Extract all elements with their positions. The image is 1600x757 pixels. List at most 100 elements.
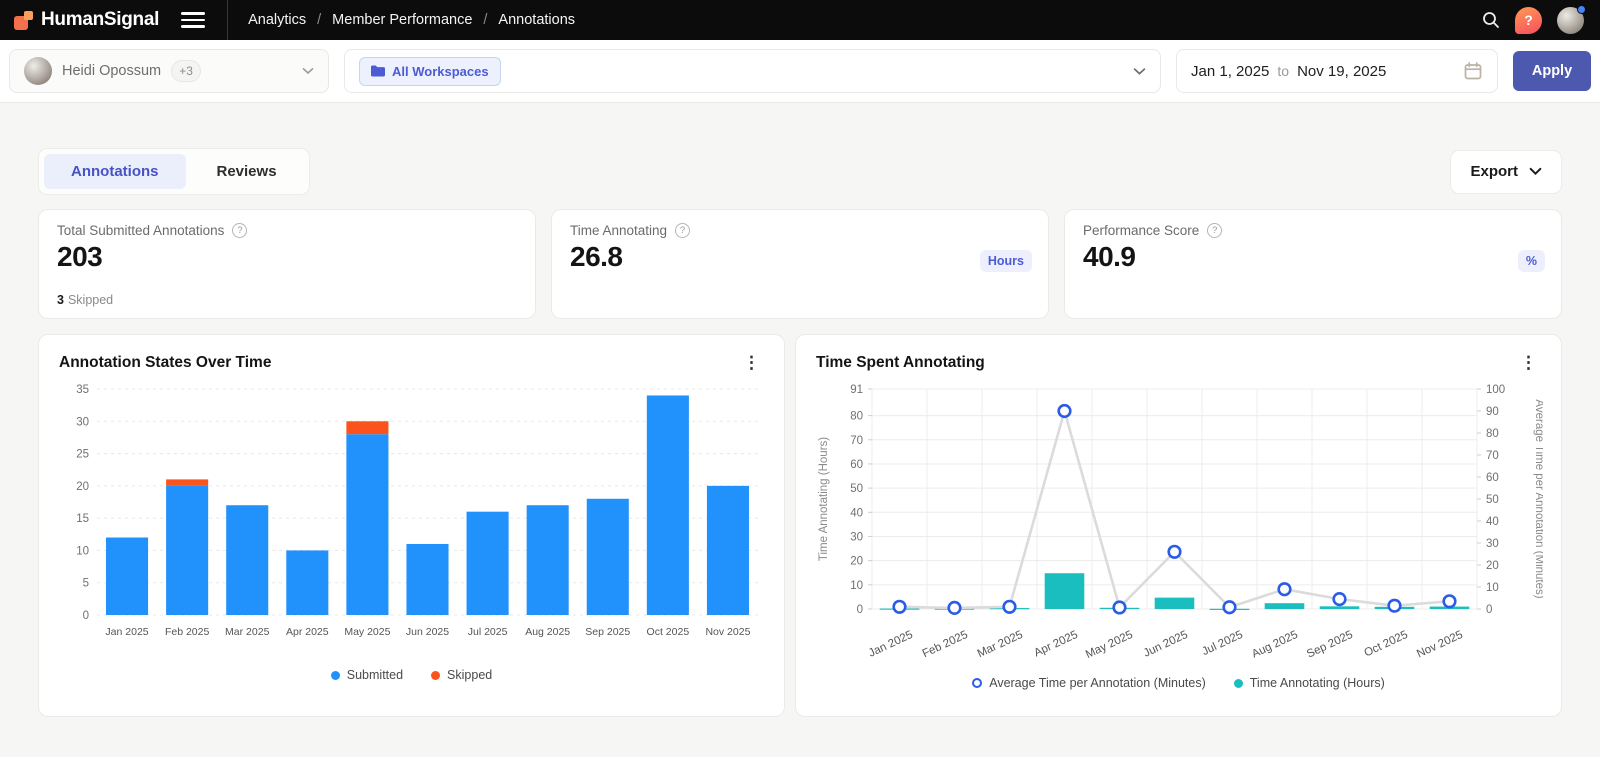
svg-text:Jul 2025: Jul 2025: [1200, 629, 1244, 658]
stat-title: Performance Score: [1083, 223, 1199, 238]
apply-button[interactable]: Apply: [1513, 51, 1591, 91]
svg-text:50: 50: [1486, 494, 1499, 506]
stat-title: Total Submitted Annotations: [57, 223, 224, 238]
stat-footer: 3 Skipped: [57, 293, 113, 307]
svg-text:Mar 2025: Mar 2025: [976, 629, 1025, 660]
workspace-select[interactable]: All Workspaces: [344, 49, 1161, 93]
svg-text:Average Time per Annotation (M: Average Time per Annotation (Minutes): [1533, 399, 1543, 598]
svg-text:Jan 2025: Jan 2025: [867, 629, 915, 660]
svg-text:30: 30: [76, 416, 89, 428]
svg-text:20: 20: [850, 556, 863, 568]
humansignal-logo-icon: [14, 11, 33, 30]
svg-text:Time Annotating (Hours): Time Annotating (Hours): [818, 437, 830, 561]
kebab-menu-icon[interactable]: ⋮: [739, 352, 764, 373]
svg-text:Jul 2025: Jul 2025: [468, 626, 508, 638]
humansignal-logo[interactable]: HumanSignal: [14, 9, 159, 31]
svg-text:60: 60: [1486, 472, 1499, 484]
question-circle-icon[interactable]: ?: [675, 223, 690, 238]
skipped-dot-icon: [431, 671, 440, 680]
tab-annotations[interactable]: Annotations: [44, 154, 186, 189]
svg-text:0: 0: [857, 604, 863, 616]
stat-card-performance-score: Performance Score ? 40.9 %: [1064, 209, 1562, 319]
chart-title: Annotation States Over Time: [59, 354, 271, 372]
brand-name: HumanSignal: [41, 9, 159, 31]
svg-text:0: 0: [83, 610, 89, 622]
chevron-down-icon: [1133, 67, 1146, 76]
svg-text:80: 80: [1486, 428, 1499, 440]
svg-text:Apr 2025: Apr 2025: [1032, 629, 1079, 660]
svg-text:Sep 2025: Sep 2025: [585, 626, 630, 638]
breadcrumb-separator: /: [483, 12, 487, 28]
legend-item-time-annotating[interactable]: Time Annotating (Hours): [1234, 676, 1385, 690]
online-status-dot: [1577, 5, 1586, 14]
skipped-label: Skipped: [68, 293, 113, 307]
tabs-group: Annotations Reviews: [38, 148, 310, 195]
kebab-menu-icon[interactable]: ⋮: [1516, 352, 1541, 373]
svg-text:10: 10: [850, 580, 863, 592]
breadcrumb-separator: /: [317, 12, 321, 28]
user-avatar[interactable]: [1557, 7, 1584, 34]
time-annotating-dot-icon: [1234, 679, 1243, 688]
breadcrumb-annotations[interactable]: Annotations: [498, 12, 575, 28]
svg-text:Jun 2025: Jun 2025: [1142, 629, 1190, 660]
svg-text:10: 10: [1486, 582, 1499, 594]
submitted-dot-icon: [331, 671, 340, 680]
legend-item-skipped[interactable]: Skipped: [431, 668, 492, 682]
all-workspaces-label: All Workspaces: [392, 64, 489, 79]
member-avatar: [24, 57, 52, 85]
filter-bar: Heidi Opossum +3 All Workspaces Jan 1, 2…: [0, 40, 1600, 103]
svg-text:Mar 2025: Mar 2025: [225, 626, 270, 638]
svg-text:70: 70: [1486, 450, 1499, 462]
date-range-end: Nov 19, 2025: [1297, 63, 1386, 80]
svg-text:80: 80: [850, 411, 863, 423]
svg-text:Aug 2025: Aug 2025: [1250, 629, 1300, 661]
svg-text:10: 10: [76, 545, 89, 557]
date-range-separator: to: [1277, 63, 1289, 79]
svg-text:15: 15: [76, 513, 89, 525]
svg-text:60: 60: [850, 459, 863, 471]
svg-text:Oct 2025: Oct 2025: [1362, 629, 1409, 660]
export-label: Export: [1470, 163, 1518, 180]
skipped-count: 3: [57, 293, 64, 307]
svg-text:Jun 2025: Jun 2025: [406, 626, 449, 638]
export-button[interactable]: Export: [1450, 150, 1562, 194]
stat-value: 26.8: [570, 241, 1030, 273]
menu-icon[interactable]: [181, 10, 205, 30]
avg-time-ring-icon: [972, 678, 982, 688]
legend-item-avg-time[interactable]: Average Time per Annotation (Minutes): [972, 676, 1206, 690]
svg-text:35: 35: [76, 384, 89, 396]
chart-legend: Average Time per Annotation (Minutes) Ti…: [816, 676, 1541, 690]
svg-text:5: 5: [83, 578, 89, 590]
member-select[interactable]: Heidi Opossum +3: [9, 49, 329, 93]
svg-text:90: 90: [1486, 406, 1499, 418]
tab-reviews[interactable]: Reviews: [190, 154, 304, 189]
time-spent-chart: 0102030405060708091010203040506070809010…: [816, 377, 1541, 674]
help-icon[interactable]: ?: [1515, 7, 1542, 34]
unit-badge: %: [1518, 250, 1545, 272]
question-circle-icon[interactable]: ?: [1207, 223, 1222, 238]
svg-text:Aug 2025: Aug 2025: [525, 626, 570, 638]
svg-text:Oct 2025: Oct 2025: [647, 626, 690, 638]
chart-title: Time Spent Annotating: [816, 354, 985, 372]
search-icon[interactable]: [1482, 11, 1500, 29]
stat-cards-row: Total Submitted Annotations ? 203 3 Skipp…: [38, 209, 1562, 319]
svg-text:Feb 2025: Feb 2025: [165, 626, 210, 638]
svg-text:91: 91: [850, 384, 863, 396]
time-spent-chart-card: Time Spent Annotating ⋮ 0102030405060708…: [795, 334, 1562, 717]
chart-legend: Submitted Skipped: [59, 668, 764, 682]
svg-text:0: 0: [1486, 604, 1492, 616]
legend-item-submitted[interactable]: Submitted: [331, 668, 403, 682]
chevron-down-icon: [1529, 167, 1542, 176]
question-circle-icon[interactable]: ?: [232, 223, 247, 238]
date-range-picker[interactable]: Jan 1, 2025 to Nov 19, 2025: [1176, 49, 1498, 93]
svg-text:20: 20: [1486, 560, 1499, 572]
stat-card-time-annotating: Time Annotating ? 26.8 Hours: [551, 209, 1049, 319]
stat-title: Time Annotating: [570, 223, 667, 238]
breadcrumb-member-performance[interactable]: Member Performance: [332, 12, 472, 28]
stat-value: 203: [57, 241, 517, 273]
breadcrumb-analytics[interactable]: Analytics: [248, 12, 306, 28]
all-workspaces-chip[interactable]: All Workspaces: [359, 57, 501, 86]
calendar-icon[interactable]: [1463, 61, 1483, 81]
svg-text:Jan 2025: Jan 2025: [105, 626, 148, 638]
member-extra-count-badge: +3: [171, 60, 201, 82]
